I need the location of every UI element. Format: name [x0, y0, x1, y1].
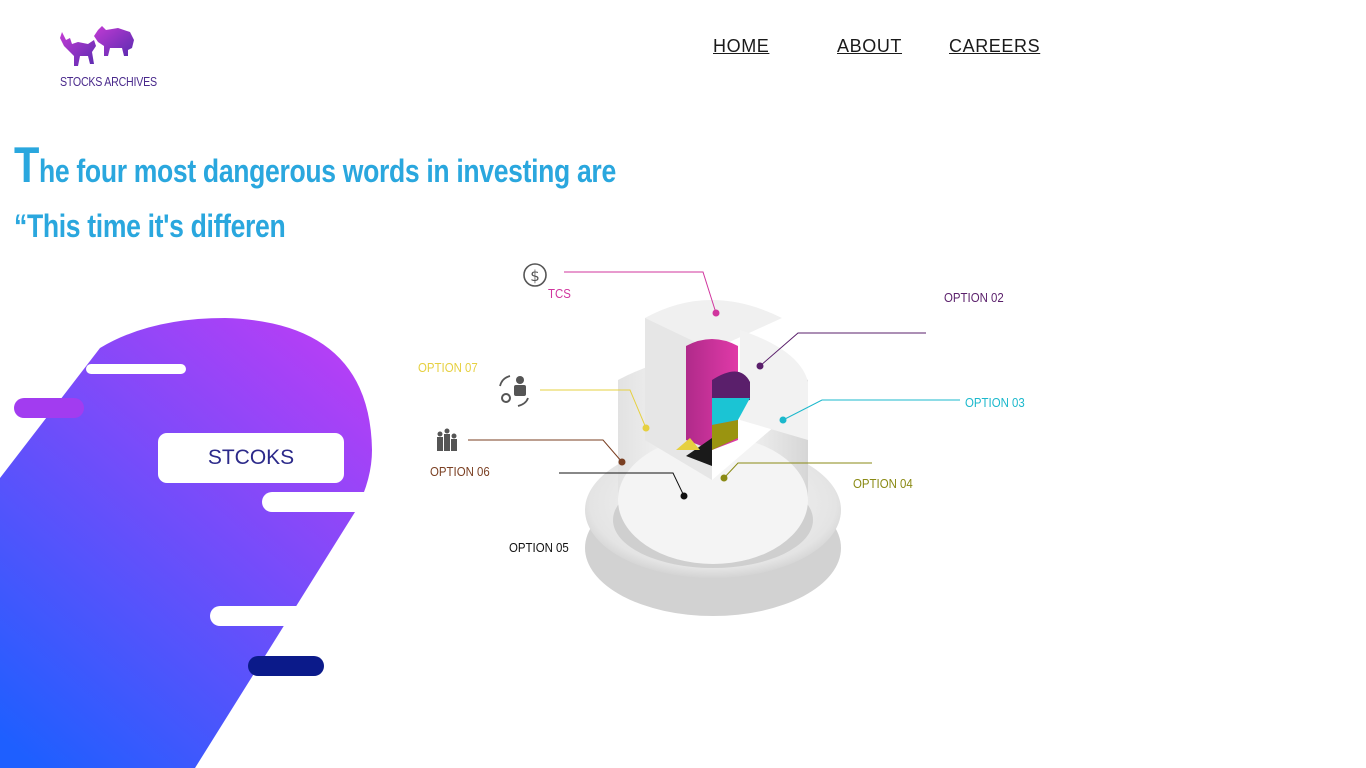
leader-option-03 [782, 399, 960, 421]
nav-about[interactable]: ABOUT [837, 36, 902, 57]
nav-careers[interactable]: CAREERS [949, 36, 1040, 57]
purple-streak [14, 398, 84, 418]
dot-tcs [712, 309, 720, 317]
decorative-gradient-shape [0, 318, 392, 768]
dollar-icon: $ [523, 263, 547, 287]
label-option-02: OPTION 02 [944, 290, 1004, 305]
label-option-03: OPTION 03 [965, 395, 1025, 410]
dot-option-04 [720, 474, 728, 482]
stocks-button[interactable]: STCOKS [158, 433, 344, 483]
label-option-06: OPTION 06 [430, 464, 490, 479]
leader-option-06 [468, 439, 623, 463]
dot-option-03 [779, 416, 787, 424]
label-option-07: OPTION 07 [418, 360, 478, 375]
cylinder-infographic: $ [437, 263, 960, 616]
dot-option-05 [680, 492, 688, 500]
nav-home[interactable]: HOME [713, 36, 769, 57]
navy-streak [248, 656, 324, 676]
white-streak-1 [86, 364, 186, 374]
label-option-04: OPTION 04 [853, 476, 913, 491]
businessman-gear-icon [499, 375, 529, 407]
label-tcs: TCS [548, 286, 571, 301]
dot-option-02 [756, 362, 764, 370]
white-streak-2 [262, 492, 392, 512]
dot-option-07 [642, 424, 650, 432]
white-streak-3 [210, 606, 320, 626]
people-group-icon [437, 428, 457, 451]
svg-text:$: $ [530, 267, 540, 285]
label-option-05: OPTION 05 [509, 540, 569, 555]
dot-option-06 [618, 458, 626, 466]
